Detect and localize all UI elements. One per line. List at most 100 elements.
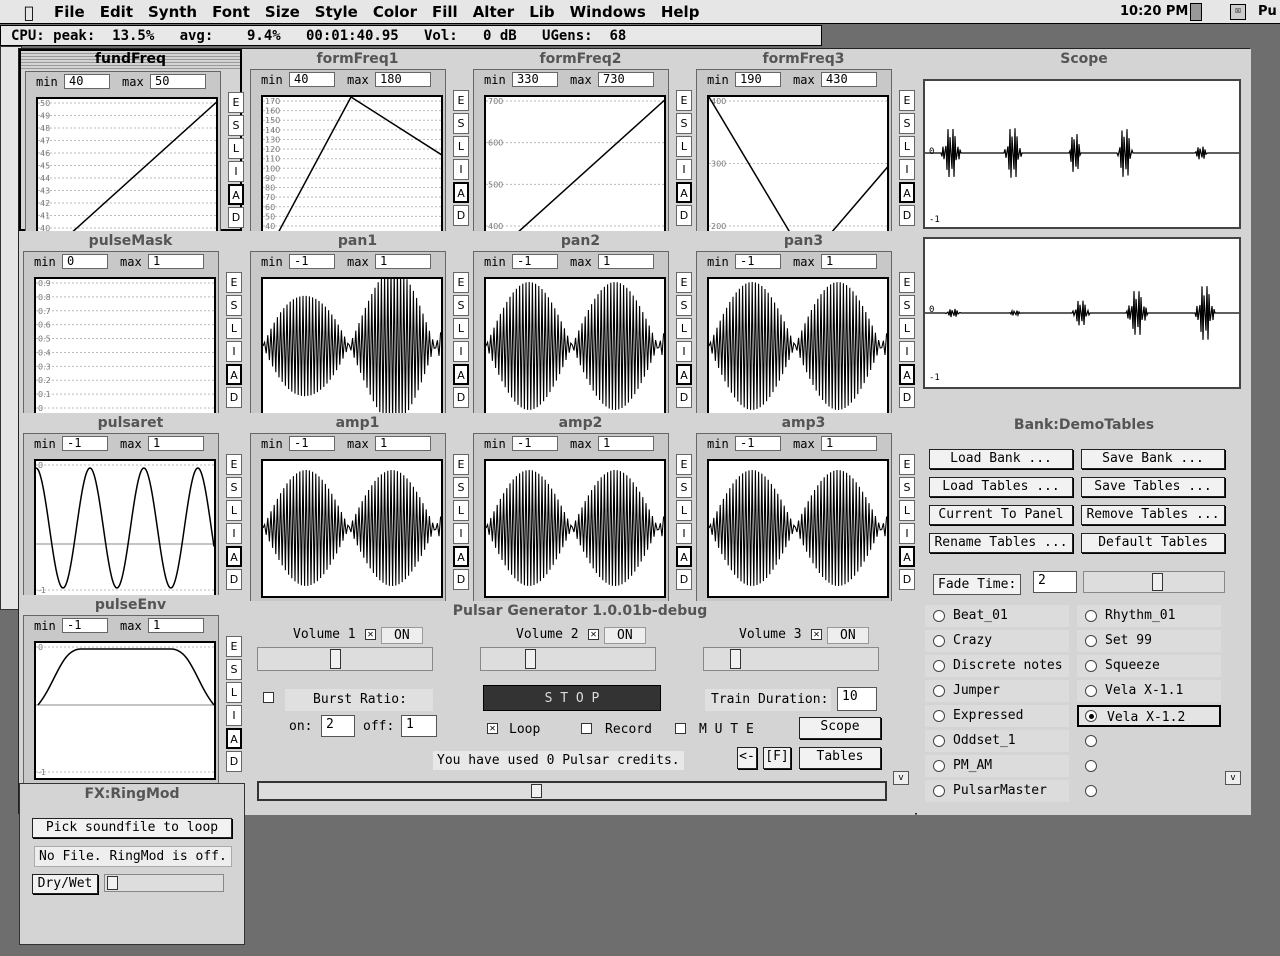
max-field[interactable]: 180 [375, 72, 431, 87]
menu-lib[interactable]: Lib [529, 3, 554, 21]
table-l-button[interactable]: L [899, 318, 915, 339]
preset-item[interactable]: Vela X-1.1 [1077, 680, 1221, 702]
preset-item[interactable]: Set 99 [1077, 630, 1221, 652]
table-i-button[interactable]: I [899, 523, 915, 544]
max-field[interactable]: 1 [821, 436, 877, 451]
bank-button-2[interactable]: Load Tables ... [929, 477, 1073, 497]
table-a-button[interactable]: A [899, 364, 915, 385]
volume-3-on-checkbox[interactable]: ✕ [811, 629, 822, 640]
menu-color[interactable]: Color [373, 3, 417, 21]
table-a-button[interactable]: A [453, 546, 469, 567]
max-field[interactable]: 1 [375, 436, 431, 451]
max-field[interactable]: 1 [598, 254, 654, 269]
preset-item[interactable]: Squeeze [1077, 655, 1221, 677]
table-l-button[interactable]: L [226, 500, 242, 521]
table-plot[interactable] [261, 459, 443, 598]
table-e-button[interactable]: E [676, 90, 692, 111]
table-s-button[interactable]: S [226, 659, 242, 680]
table-l-button[interactable]: L [228, 138, 244, 159]
table-d-button[interactable]: D [453, 205, 469, 226]
volume-2-slider-thumb[interactable] [525, 649, 536, 669]
table-a-button[interactable]: A [226, 728, 242, 749]
max-field[interactable]: 1 [148, 436, 204, 451]
fade-time-field[interactable]: 2 [1033, 571, 1077, 593]
table-e-button[interactable]: E [676, 272, 692, 293]
table-l-button[interactable]: L [676, 318, 692, 339]
table-s-button[interactable]: S [676, 477, 692, 498]
table-i-button[interactable]: I [899, 341, 915, 362]
mute-checkbox[interactable] [675, 723, 686, 734]
scope-button[interactable]: Scope [799, 717, 881, 739]
train-duration-field[interactable]: 10 [837, 687, 877, 711]
table-a-button[interactable]: A [226, 546, 242, 567]
table-a-button[interactable]: A [899, 546, 915, 567]
min-field[interactable]: -1 [735, 436, 781, 451]
table-plot[interactable]: 0 -1 [34, 641, 216, 780]
table-plot[interactable] [707, 277, 889, 416]
preset-radio[interactable] [1085, 685, 1097, 697]
bank-button-7[interactable]: Default Tables [1081, 533, 1225, 553]
min-field[interactable]: 330 [512, 72, 558, 87]
table-s-button[interactable]: S [899, 113, 915, 134]
preset-radio[interactable] [1085, 660, 1097, 672]
table-i-button[interactable]: I [453, 341, 469, 362]
table-i-button[interactable]: I [226, 341, 242, 362]
table-i-button[interactable]: I [676, 159, 692, 180]
drywet-button[interactable]: Dry/Wet [32, 874, 98, 894]
preset-radio[interactable] [1085, 610, 1097, 622]
table-e-button[interactable]: E [453, 272, 469, 293]
volume-1-on-checkbox[interactable]: ✕ [365, 629, 376, 640]
table-plot[interactable] [261, 277, 443, 416]
table-l-button[interactable]: L [676, 500, 692, 521]
table-plot[interactable]: 0.9 0.8 0.7 0.6 0.5 0.4 0.3 0.2 0.1 0 [34, 277, 216, 416]
preset-radio[interactable] [933, 760, 945, 772]
pick-soundfile-button[interactable]: Pick soundfile to loop [32, 818, 232, 838]
preset-radio[interactable] [1085, 710, 1097, 722]
table-s-button[interactable]: S [453, 113, 469, 134]
min-field[interactable]: 190 [735, 72, 781, 87]
bank-button-6[interactable]: Rename Tables ... [929, 533, 1073, 553]
table-d-button[interactable]: D [453, 569, 469, 590]
table-s-button[interactable]: S [899, 295, 915, 316]
table-e-button[interactable]: E [226, 272, 242, 293]
volume-2-on-checkbox[interactable]: ✕ [588, 629, 599, 640]
bank-scroll-down[interactable]: v [1225, 771, 1241, 785]
max-field[interactable]: 1 [375, 254, 431, 269]
table-plot[interactable]: 700 600 500 400 [484, 95, 666, 234]
position-slider-thumb[interactable] [531, 784, 542, 798]
table-d-button[interactable]: D [899, 205, 915, 226]
table-e-button[interactable]: E [226, 636, 242, 657]
table-a-button[interactable]: A [228, 184, 244, 205]
burst-on-field[interactable]: 2 [321, 715, 355, 737]
table-a-button[interactable]: A [676, 182, 692, 203]
preset-item[interactable]: Crazy [925, 630, 1069, 652]
menu-help[interactable]: Help [661, 3, 700, 21]
volume-3-slider[interactable] [703, 647, 879, 671]
bank-button-0[interactable]: Load Bank ... [929, 449, 1073, 469]
table-d-button[interactable]: D [226, 387, 242, 408]
menu-windows[interactable]: Windows [570, 3, 646, 21]
max-field[interactable]: 730 [598, 72, 654, 87]
volume-1-slider-thumb[interactable] [330, 649, 341, 669]
preset-item[interactable]: PulsarMaster [925, 780, 1069, 802]
volume-3-slider-thumb[interactable] [730, 649, 741, 669]
menu-synth[interactable]: Synth [148, 3, 197, 21]
max-field[interactable]: 430 [821, 72, 877, 87]
table-plot[interactable] [484, 277, 666, 416]
menu-font[interactable]: Font [212, 3, 250, 21]
min-field[interactable]: -1 [62, 436, 108, 451]
preset-item[interactable]: Expressed [925, 705, 1069, 727]
table-plot[interactable] [707, 459, 889, 598]
table-plot[interactable]: 0 -1 [34, 459, 216, 598]
position-slider[interactable] [257, 781, 887, 801]
table-plot[interactable]: 50 49 48 47 46 45 44 43 42 41 40 [36, 97, 218, 236]
preset-radio[interactable] [933, 610, 945, 622]
record-checkbox[interactable] [581, 723, 592, 734]
table-s-button[interactable]: S [228, 115, 244, 136]
min-field[interactable]: 0 [62, 254, 108, 269]
stop-button[interactable]: S T O P [483, 685, 661, 711]
volume-2-slider[interactable] [480, 647, 656, 671]
min-field[interactable]: -1 [735, 254, 781, 269]
table-a-button[interactable]: A [453, 364, 469, 385]
table-d-button[interactable]: D [453, 387, 469, 408]
